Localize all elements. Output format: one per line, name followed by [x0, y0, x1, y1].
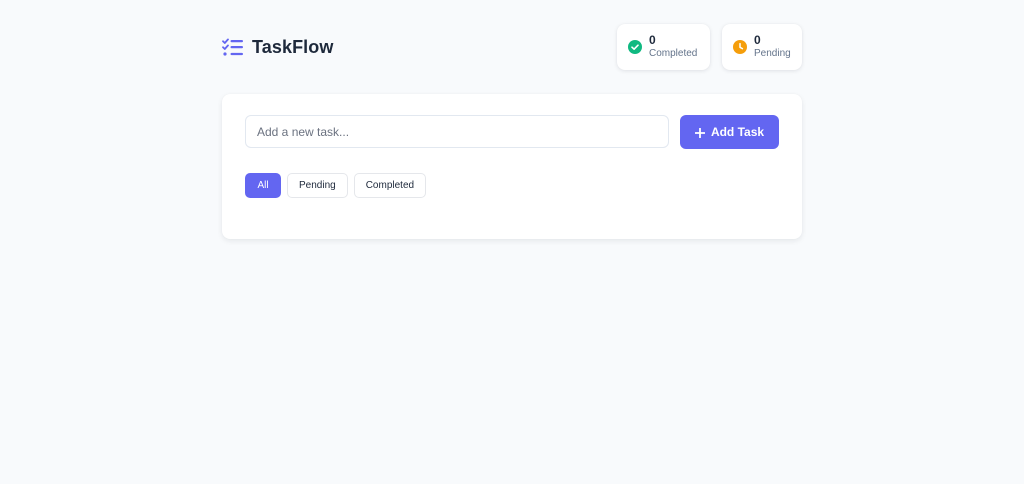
task-card: Add Task All Pending Completed	[222, 94, 802, 239]
header: TaskFlow 0 Completed 0 Pending	[222, 24, 802, 70]
clock-icon	[733, 40, 747, 54]
filter-completed-button[interactable]: Completed	[353, 173, 427, 198]
stats-group: 0 Completed 0 Pending	[617, 24, 802, 70]
filter-tabs: All Pending Completed	[245, 173, 427, 198]
check-circle-icon	[628, 40, 642, 54]
completed-stat-card: 0 Completed	[617, 24, 710, 70]
app-root: TaskFlow 0 Completed 0 Pending Add a new…	[0, 0, 1024, 484]
completed-count: 0	[649, 33, 656, 48]
new-task-input[interactable]	[245, 115, 669, 148]
filter-pending-button[interactable]: Pending	[287, 173, 348, 198]
pending-count: 0	[754, 33, 761, 48]
add-task-label: Add Task	[710, 125, 765, 139]
completed-label: Completed	[649, 48, 698, 60]
filter-all-button[interactable]: All	[245, 173, 281, 198]
pending-stat-card: 0 Pending	[722, 24, 802, 70]
add-task-button[interactable]: Add Task	[680, 115, 779, 149]
brand: TaskFlow	[222, 37, 333, 58]
plus-icon	[694, 127, 706, 139]
task-list-icon	[222, 37, 244, 57]
app-title: TaskFlow	[252, 36, 334, 57]
pending-label: Pending	[754, 48, 791, 60]
